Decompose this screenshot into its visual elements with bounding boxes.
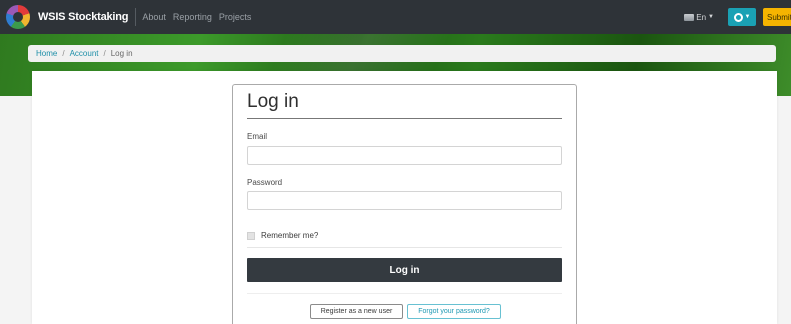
chevron-down-icon: ▼ bbox=[744, 14, 751, 20]
form-divider bbox=[247, 247, 562, 248]
remember-me-label: Remember me? bbox=[261, 231, 319, 240]
title-divider bbox=[247, 118, 562, 119]
page-title: Log in bbox=[247, 91, 299, 112]
form-divider bbox=[247, 293, 562, 294]
login-card: Log in Email Password Remember me? Log i… bbox=[232, 84, 577, 324]
nav-link-reporting[interactable]: Reporting bbox=[173, 12, 212, 22]
breadcrumb-home-link[interactable]: Home bbox=[36, 49, 57, 58]
nav-link-projects[interactable]: Projects bbox=[219, 12, 252, 22]
user-menu-button[interactable]: ▼ bbox=[728, 8, 756, 26]
email-label: Email bbox=[247, 132, 268, 141]
top-navbar: WSIS Stocktaking About Reporting Project… bbox=[0, 0, 791, 34]
password-label: Password bbox=[247, 178, 283, 187]
user-icon bbox=[733, 12, 743, 22]
forgot-password-button[interactable]: Forgot your password? bbox=[407, 304, 501, 319]
breadcrumb-separator: / bbox=[62, 49, 65, 58]
login-button[interactable]: Log in bbox=[247, 258, 562, 282]
register-button[interactable]: Register as a new user bbox=[310, 304, 403, 319]
language-selector[interactable]: En ▼ bbox=[684, 13, 714, 22]
breadcrumb-account-link[interactable]: Account bbox=[70, 49, 99, 58]
breadcrumb-separator: / bbox=[103, 49, 106, 58]
nav-right-group: En ▼ ▼ Submit bbox=[684, 0, 791, 34]
wsis-logo-icon[interactable] bbox=[6, 5, 30, 29]
nav-divider bbox=[135, 8, 137, 26]
flag-icon bbox=[684, 13, 695, 21]
password-field[interactable] bbox=[247, 191, 562, 210]
remember-me-checkbox[interactable] bbox=[247, 231, 255, 240]
email-field[interactable] bbox=[247, 146, 562, 165]
chevron-down-icon: ▼ bbox=[708, 14, 714, 20]
breadcrumb-current: Log in bbox=[110, 49, 133, 58]
language-label: En bbox=[696, 12, 707, 22]
nav-link-about[interactable]: About bbox=[142, 12, 166, 22]
breadcrumb: Home / Account / Log in bbox=[28, 45, 776, 62]
brand-name[interactable]: WSIS Stocktaking bbox=[38, 11, 129, 23]
remember-me-row[interactable]: Remember me? bbox=[247, 231, 318, 240]
submit-button[interactable]: Submit bbox=[763, 8, 791, 26]
